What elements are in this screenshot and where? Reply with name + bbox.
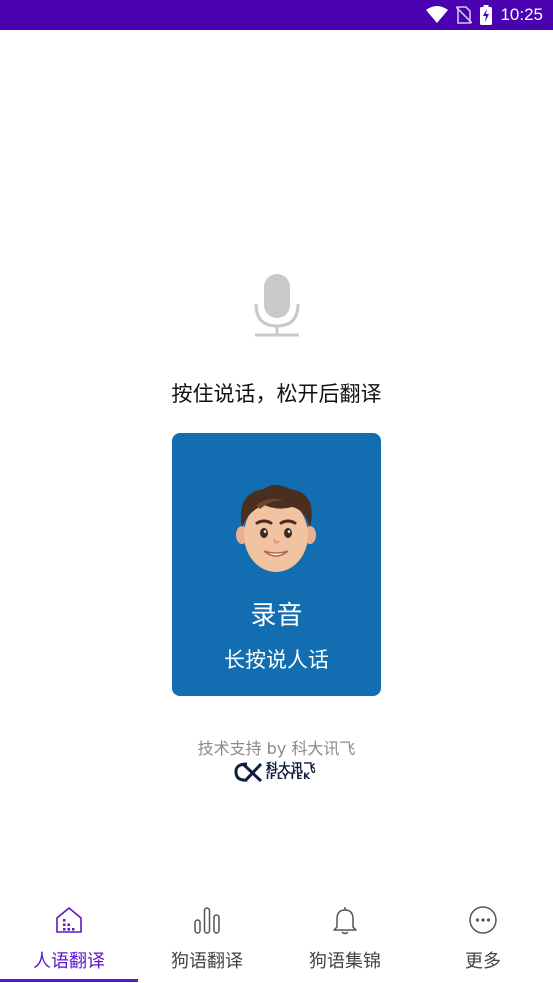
tab-label: 更多 xyxy=(465,951,501,972)
tab-dog-collection[interactable]: 狗语集锦 xyxy=(276,895,414,983)
man-avatar-icon xyxy=(236,485,316,572)
no-sim-icon xyxy=(456,6,473,24)
iflytek-mark-icon xyxy=(234,762,263,783)
record-subtitle: 长按说人话 xyxy=(224,648,329,672)
record-title: 录音 xyxy=(250,601,303,631)
wifi-icon xyxy=(426,6,449,23)
tab-label: 狗语翻译 xyxy=(171,951,243,972)
status-time: 10:25 xyxy=(500,5,543,24)
powered-by-text: 技术支持 by 科大讯飞 xyxy=(197,739,356,758)
tab-human-translate[interactable]: 人语翻译 xyxy=(0,895,138,983)
status-icons: 10:25 xyxy=(426,0,543,30)
logo-en-text: iFLYTEK xyxy=(266,772,311,782)
bell-icon xyxy=(333,907,357,935)
more-icon xyxy=(469,906,497,934)
active-tab-indicator xyxy=(0,979,138,982)
battery-charging-icon xyxy=(480,5,493,25)
iflytek-logo: 科大讯飞 iFLYTEK xyxy=(233,760,323,784)
bars-icon xyxy=(194,907,220,934)
record-button[interactable]: 录音 长按说人话 xyxy=(172,433,381,696)
status-bar: 10:25 xyxy=(0,0,553,30)
tab-dog-translate[interactable]: 狗语翻译 xyxy=(138,895,276,983)
tab-label: 人语翻译 xyxy=(33,951,105,972)
press-to-talk-hint: 按住说话，松开后翻译 xyxy=(171,382,382,406)
house-icon xyxy=(56,907,82,933)
bottom-tab-bar: 人语翻译 狗语翻译 狗语集锦 更多 xyxy=(0,895,553,983)
tab-label: 狗语集锦 xyxy=(309,951,381,972)
tab-more[interactable]: 更多 xyxy=(414,895,552,983)
microphone-icon xyxy=(254,274,300,337)
